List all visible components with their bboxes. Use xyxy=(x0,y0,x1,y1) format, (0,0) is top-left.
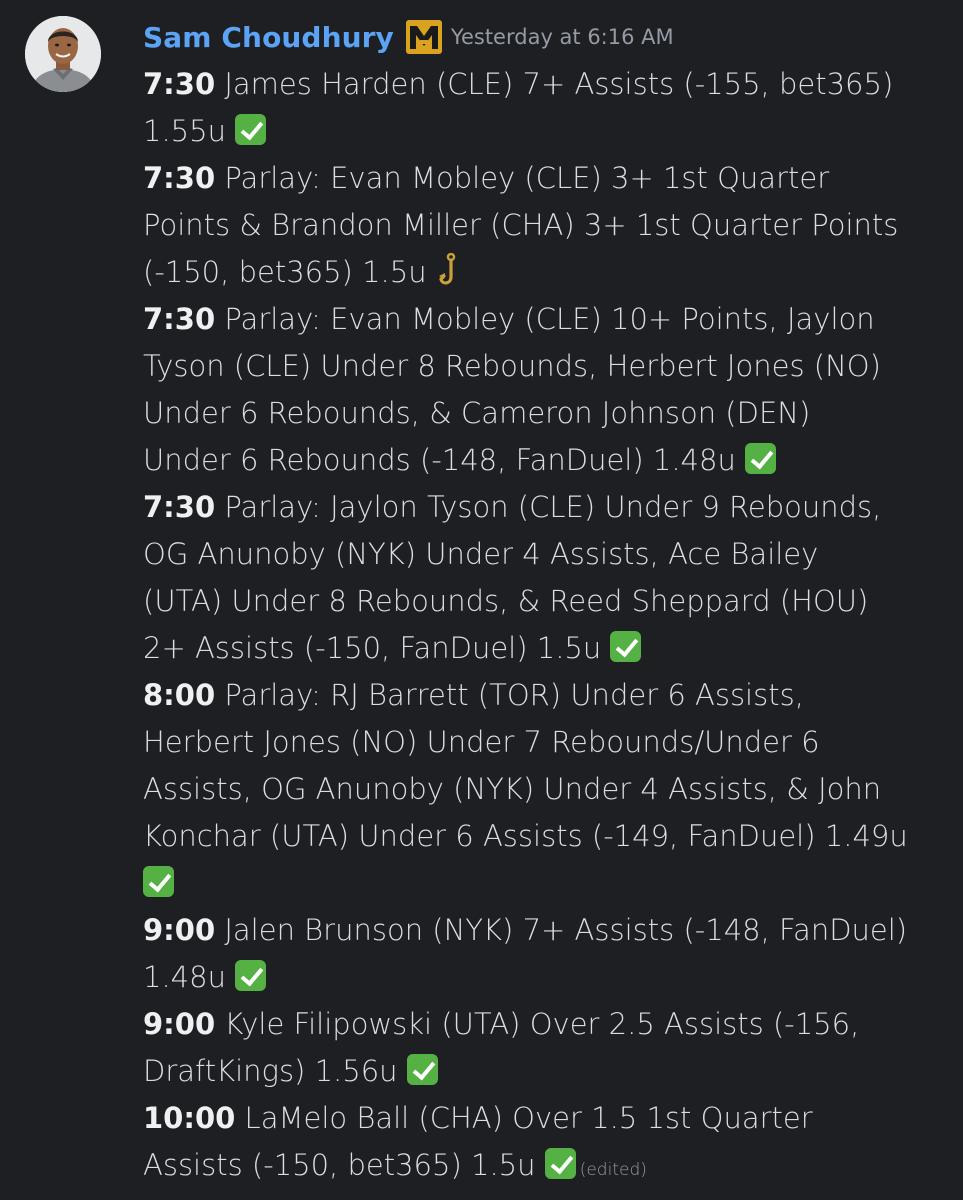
bet-text: Kyle Filipowski (UTA) Over 2.5 Assists (… xyxy=(143,1007,860,1088)
check-mark-icon xyxy=(544,1148,576,1179)
bet-entry: 9:00 Jalen Brunson (NYK) 7+ Assists (-14… xyxy=(143,907,943,1001)
bet-entry: 8:00 Parlay: RJ Barrett (TOR) Under 6 As… xyxy=(143,672,943,907)
bet-time: 7:30 xyxy=(143,67,216,101)
check-mark-icon xyxy=(143,866,174,897)
hook-icon xyxy=(436,252,462,289)
check-mark-icon xyxy=(235,114,267,145)
bet-entry: 7:30 James Harden (CLE) 7+ Assists (-155… xyxy=(143,61,943,155)
bet-text: Parlay: Evan Mobley (CLE) 3+ 1st Quarter… xyxy=(143,161,899,289)
check-mark-icon xyxy=(610,631,642,662)
check-mark-icon xyxy=(235,960,267,991)
bet-entry: 7:30 Parlay: Jaylon Tyson (CLE) Under 9 … xyxy=(143,484,943,672)
bet-time: 7:30 xyxy=(143,161,216,195)
bet-text: LaMelo Ball (CHA) Over 1.5 1st Quarter A… xyxy=(143,1101,813,1182)
message-header: Sam Choudhury Yesterday at 6:16 AM xyxy=(143,14,943,60)
message-body: 7:30 James Harden (CLE) 7+ Assists (-155… xyxy=(143,61,943,1194)
bet-entry: 7:30 Parlay: Evan Mobley (CLE) 3+ 1st Qu… xyxy=(143,155,943,296)
bet-entry: 9:00 Kyle Filipowski (UTA) Over 2.5 Assi… xyxy=(143,1001,943,1095)
author-name[interactable]: Sam Choudhury xyxy=(143,21,394,54)
bet-entry: 7:30 Parlay: Evan Mobley (CLE) 10+ Point… xyxy=(143,296,943,484)
check-mark-icon xyxy=(406,1054,438,1085)
message-content: Sam Choudhury Yesterday at 6:16 AM 7:30 … xyxy=(143,14,943,1194)
bet-time: 7:30 xyxy=(143,302,216,336)
edited-label: (edited) xyxy=(579,1160,647,1180)
bet-text: Parlay: Jaylon Tyson (CLE) Under 9 Rebou… xyxy=(143,490,882,665)
bet-time: 9:00 xyxy=(143,913,216,947)
bet-time: 9:00 xyxy=(143,1007,216,1041)
bet-time: 8:00 xyxy=(143,678,216,712)
avatar[interactable] xyxy=(25,16,101,92)
bet-entry: 10:00 LaMelo Ball (CHA) Over 1.5 1st Qua… xyxy=(143,1095,943,1194)
bet-time: 7:30 xyxy=(143,490,216,524)
bet-text: Parlay: RJ Barrett (TOR) Under 6 Assists… xyxy=(143,678,908,853)
check-mark-icon xyxy=(745,443,777,474)
bet-time: 10:00 xyxy=(143,1101,236,1135)
message-timestamp[interactable]: Yesterday at 6:16 AM xyxy=(451,25,674,49)
avatar-illustration xyxy=(25,16,101,92)
chat-message: Sam Choudhury Yesterday at 6:16 AM 7:30 … xyxy=(0,0,963,1200)
crown-badge-icon[interactable] xyxy=(405,20,442,54)
